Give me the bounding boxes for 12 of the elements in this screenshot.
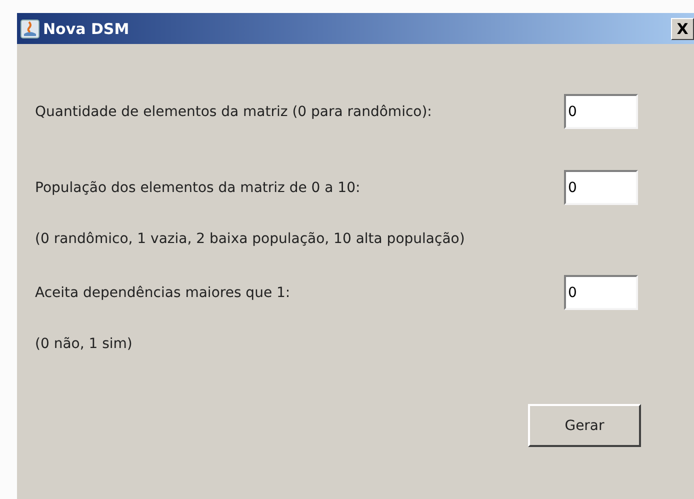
field-label: Quantidade de elementos da matriz (0 para randômico): xyxy=(35,104,432,120)
generate-button[interactable]: Gerar xyxy=(528,404,641,447)
window-title: Nova DSM xyxy=(43,20,130,38)
hint-text: (0 randômico, 1 vazia, 2 baixa população, 10 alta população) xyxy=(35,230,466,249)
close-button[interactable]: X xyxy=(671,18,694,40)
hint-text: (0 não, 1 sim) xyxy=(35,335,134,354)
input-field[interactable]: 0 xyxy=(564,94,638,129)
field-label: População dos elementos da matriz de 0 a 10: xyxy=(35,180,360,196)
input-field[interactable]: 0 xyxy=(564,170,638,205)
field-label: Aceita dependências maiores que 1: xyxy=(35,284,290,300)
input-field[interactable]: 0 xyxy=(564,275,638,310)
app-icon xyxy=(20,18,40,38)
